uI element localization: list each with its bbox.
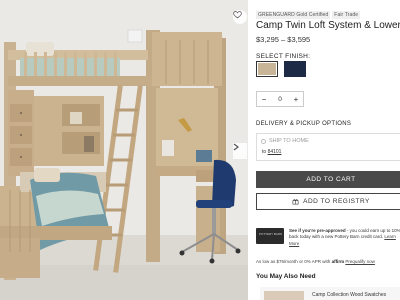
delivery-options-label: DELIVERY & PICKUP OPTIONS (256, 121, 352, 127)
quantity-value[interactable]: 0 (273, 96, 287, 103)
fair-trade-badge: Fair Trade (332, 11, 361, 19)
quantity-increase-button[interactable]: + (289, 95, 303, 104)
product-price: $3,295 – $3,595 (256, 35, 311, 44)
certification-badges: GREENGUARD Gold Certified Fair Trade (256, 11, 361, 19)
ship-to-home-option[interactable]: SHIP TO HOME (261, 138, 309, 144)
affirm-financing: As low as $76/month or 0% APR with affir… (256, 259, 375, 264)
delivery-options-box: SHIP TO HOME to 84101 (256, 133, 400, 161)
zip-prefix: to (262, 149, 267, 155)
chevron-right-icon (233, 143, 239, 151)
finish-label: SELECT FINISH: (256, 53, 311, 60)
greenguard-badge: GREENGUARD Gold Certified (256, 11, 331, 19)
also-need-item[interactable]: Camp Collection Wood Swatches (260, 287, 400, 300)
add-to-cart-button[interactable]: ADD TO CART (256, 171, 400, 188)
affirm-logo: affirm (331, 259, 345, 264)
product-title: Camp Twin Loft System & Lower Bed (256, 20, 400, 31)
loft-bed-illustration (0, 0, 248, 300)
gift-icon (292, 199, 299, 205)
heart-icon (233, 11, 242, 19)
also-need-heading: You May Also Need (256, 273, 316, 280)
zip-row: to 84101 (262, 149, 281, 155)
zip-code-link[interactable]: 84101 (268, 149, 282, 155)
finish-swatch-natural[interactable] (256, 61, 278, 77)
quantity-stepper: − 0 + (256, 91, 304, 107)
favorite-button[interactable] (233, 10, 247, 24)
swatch-thumbnail (264, 291, 304, 300)
product-details-panel: GREENGUARD Gold Certified Fair Trade Cam… (256, 0, 400, 300)
finish-swatch-navy[interactable] (284, 61, 306, 77)
ship-to-home-label: SHIP TO HOME (269, 138, 309, 144)
prequalify-link[interactable]: Prequalify now (345, 259, 375, 264)
product-image[interactable] (0, 0, 248, 300)
credit-card-promo: See if you're pre-approved - you could e… (289, 228, 400, 247)
also-need-item-name: Camp Collection Wood Swatches (312, 292, 387, 298)
promo-bold: See if you're pre-approved (289, 228, 346, 233)
radio-icon (261, 138, 266, 144)
credit-card-image: POTTERY BARN (256, 228, 284, 244)
add-to-registry-label: ADD TO REGISTRY (303, 198, 370, 205)
next-image-button[interactable] (233, 143, 247, 159)
add-to-registry-button[interactable]: ADD TO REGISTRY (256, 193, 400, 210)
affirm-text: As low as $76/month or 0% APR with (256, 259, 331, 264)
credit-card-label: POTTERY BARN (259, 232, 283, 236)
quantity-decrease-button[interactable]: − (257, 95, 271, 104)
